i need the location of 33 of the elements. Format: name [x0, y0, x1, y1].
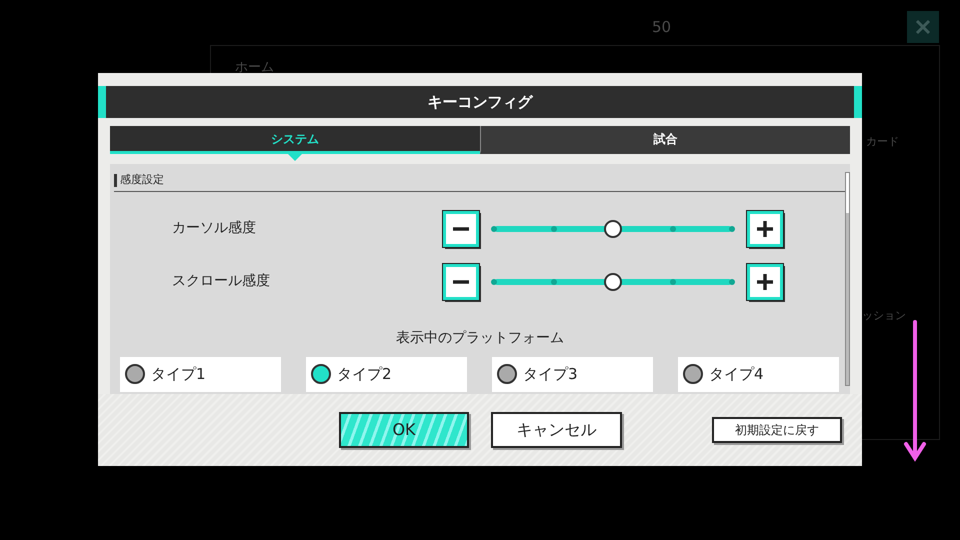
minus-icon: [451, 226, 471, 230]
section-title: ホーム: [235, 59, 274, 77]
radio-option[interactable]: タイプ1: [120, 356, 281, 392]
plus-icon: [755, 272, 775, 292]
close-icon: [915, 19, 931, 35]
slider-thumb[interactable]: [604, 272, 622, 290]
slider-track[interactable]: [489, 272, 737, 290]
slider-label: スクロール感度: [171, 272, 271, 291]
plus-button[interactable]: [747, 210, 783, 246]
dialog-title: キーコンフィグ: [428, 92, 532, 113]
plus-button[interactable]: [747, 264, 783, 300]
minus-button[interactable]: [443, 210, 479, 246]
radio-button[interactable]: [497, 364, 517, 384]
reset-button[interactable]: 初期設定に戻す: [712, 417, 842, 443]
arrow-icon: [903, 320, 927, 462]
slider-label: カーソル感度: [171, 219, 257, 238]
cancel-button[interactable]: キャンセル: [491, 412, 622, 448]
ok-button[interactable]: OK: [339, 412, 469, 448]
radio-button[interactable]: [125, 364, 145, 384]
radio-button[interactable]: [311, 364, 331, 384]
radio-button[interactable]: [683, 364, 703, 384]
scrollbar[interactable]: [845, 172, 850, 386]
minus-icon: [451, 280, 471, 284]
count-label: 50: [652, 17, 672, 38]
radio-option[interactable]: タイプ3: [492, 356, 653, 392]
section-title: 感度設定: [120, 172, 164, 188]
platform-heading: 表示中のプラットフォーム: [395, 328, 565, 348]
slider-thumb[interactable]: [604, 220, 622, 238]
slider-track[interactable]: [489, 220, 737, 238]
radio-option[interactable]: タイプ2: [306, 356, 467, 392]
plus-icon: [755, 218, 775, 238]
minus-button[interactable]: [443, 264, 479, 300]
radio-option[interactable]: タイプ4: [678, 356, 839, 392]
